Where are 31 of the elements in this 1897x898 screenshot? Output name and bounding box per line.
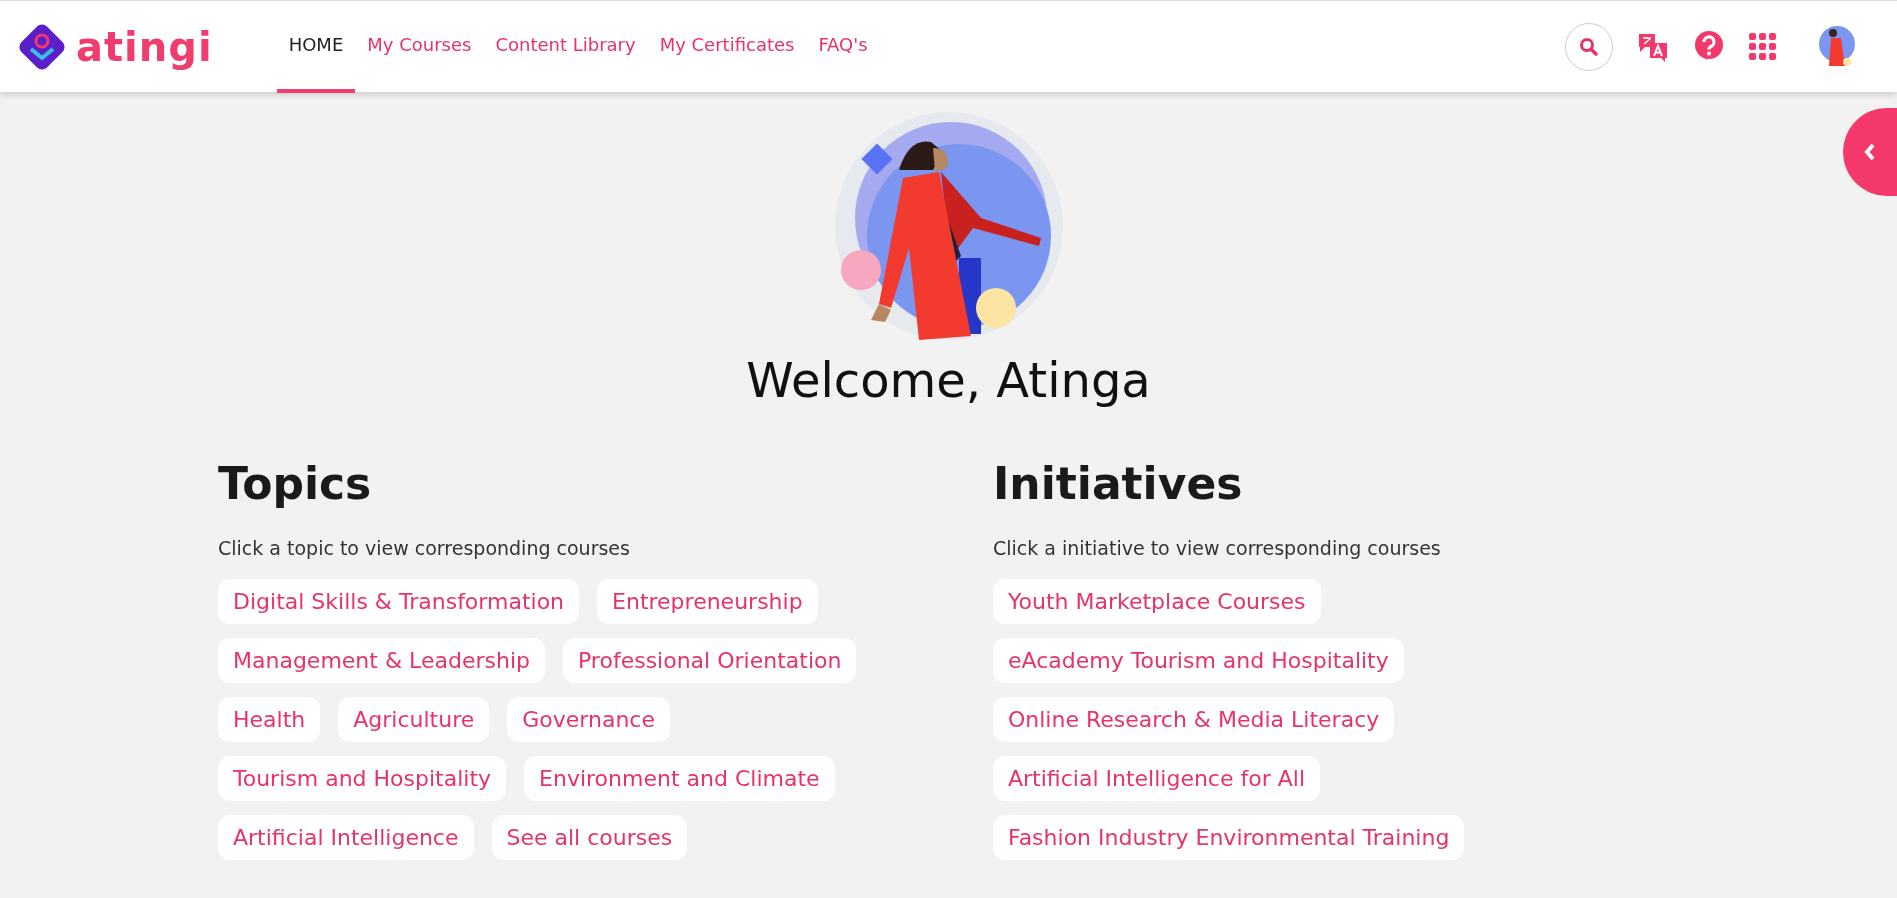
nav-link[interactable]: My Courses	[355, 0, 484, 93]
nav-link[interactable]: Content Library	[483, 0, 648, 93]
topic-chip[interactable]: Artificial Intelligence	[218, 814, 474, 860]
nav-link[interactable]: HOME	[276, 0, 356, 93]
sidebar-toggle-button[interactable]	[1843, 108, 1897, 196]
topic-chip[interactable]: Management & Leadership	[218, 637, 545, 683]
search-button[interactable]	[1565, 22, 1613, 71]
nav-link[interactable]: My Certificates	[647, 0, 807, 93]
section-description: Click a topic to view corresponding courses	[218, 536, 631, 562]
topic-chip[interactable]: Environment and Climate	[524, 755, 835, 801]
topic-chip[interactable]: See all courses	[491, 814, 688, 860]
section-heading: Topics	[218, 457, 373, 511]
topic-chip[interactable]: Artificial Intelligence for All	[993, 755, 1320, 801]
topic-chip[interactable]: Governance	[507, 696, 670, 742]
section-heading: Initiatives	[993, 457, 1244, 511]
topic-chip[interactable]: eAcademy Tourism and Hospitality	[993, 637, 1404, 683]
welcome-heading: Welcome, Atinga	[746, 352, 1151, 410]
topic-chip[interactable]: Fashion Industry Environmental Training	[993, 814, 1465, 860]
section-description: Click a initiative to view corresponding courses	[993, 536, 1442, 562]
brand-name[interactable]: atingi	[76, 16, 213, 77]
topic-chip[interactable]: Health	[218, 696, 321, 742]
topic-chip[interactable]: Digital Skills & Transformation	[218, 578, 580, 624]
topic-chip[interactable]: Tourism and Hospitality	[218, 755, 507, 801]
topic-chip[interactable]: Youth Marketplace Courses	[993, 578, 1321, 624]
search-icon	[1579, 36, 1599, 57]
topic-chip[interactable]: Professional Orientation	[563, 637, 857, 683]
topic-chip[interactable]: Entrepreneurship	[597, 578, 818, 624]
nav-link[interactable]: FAQ's	[806, 0, 880, 93]
topic-chip[interactable]: Agriculture	[338, 696, 490, 742]
apps-grid-icon[interactable]	[1749, 32, 1777, 61]
topic-chip[interactable]: Online Research & Media Literacy	[993, 696, 1395, 742]
